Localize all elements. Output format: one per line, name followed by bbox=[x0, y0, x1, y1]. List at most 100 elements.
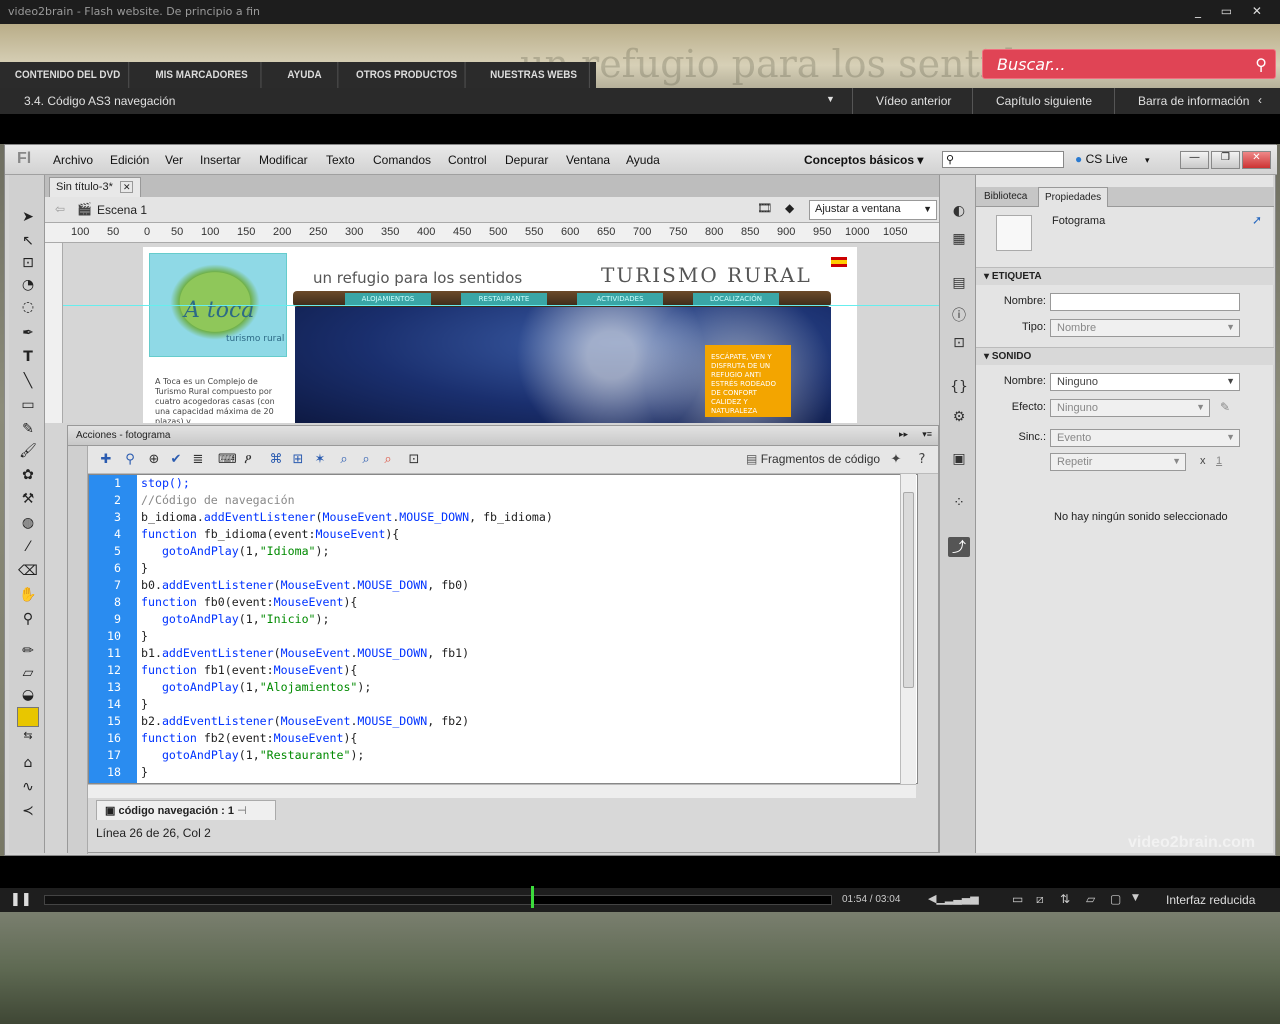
pin-icon[interactable]: ⊣ bbox=[237, 805, 247, 817]
nav-tab-dvd[interactable]: CONTENIDO DEL DVD bbox=[7, 62, 130, 88]
code-vertical-scrollbar[interactable] bbox=[900, 474, 916, 784]
prev-video-button[interactable]: Vídeo anterior bbox=[876, 94, 951, 108]
help-search-input[interactable]: ⚲ bbox=[942, 151, 1064, 168]
project-icon[interactable]: ⁘ bbox=[948, 495, 970, 515]
back-arrow-icon[interactable]: ⇦ bbox=[55, 202, 65, 216]
sort-icon[interactable]: ⇅ bbox=[1060, 892, 1070, 906]
code-snippets-button[interactable]: ▤ Fragmentos de código bbox=[746, 452, 880, 466]
auto-format-icon[interactable]: ≣ bbox=[190, 452, 206, 468]
menu-control[interactable]: Control bbox=[448, 153, 487, 167]
bone-icon[interactable]: ⚒ bbox=[17, 491, 39, 511]
repeat-select[interactable]: Repetir ▼ bbox=[1050, 453, 1186, 471]
code-editor[interactable]: 1 stop(); 2//Código de navegación 3 b_idio… bbox=[88, 474, 918, 784]
find-icon[interactable]: ⚲ bbox=[122, 452, 138, 468]
remove-comment-icon[interactable]: ⌕ bbox=[380, 452, 396, 468]
site-nav-restaurante[interactable]: RESTAURANTE bbox=[461, 293, 547, 305]
panel-menu-icon[interactable]: ▾≡ bbox=[922, 429, 932, 440]
3d-rotation-icon[interactable]: ◔ bbox=[17, 277, 39, 297]
subtitles-icon[interactable]: ▭ bbox=[1012, 892, 1023, 906]
spain-flag-icon[interactable] bbox=[831, 257, 847, 267]
restore-button[interactable]: ❐ bbox=[1211, 151, 1240, 169]
label-type-select[interactable]: Nombre ▼ bbox=[1050, 319, 1240, 337]
menu-insertar[interactable]: Insertar bbox=[200, 153, 241, 167]
swap-colors-icon[interactable]: ⇆ bbox=[17, 729, 39, 749]
check-syntax-icon[interactable]: ✔ bbox=[168, 452, 184, 468]
frame-name-input[interactable] bbox=[1050, 293, 1240, 311]
close-tab-icon[interactable]: ✕ bbox=[119, 181, 134, 193]
fill-color-swatch[interactable] bbox=[17, 707, 39, 727]
snap-icon[interactable]: ⌂ bbox=[17, 755, 39, 775]
brush-icon[interactable]: 🖌 bbox=[17, 443, 39, 463]
components-icon[interactable]: ⚙ bbox=[948, 409, 970, 429]
site-nav-localizacion[interactable]: LOCALIZACIÓN bbox=[693, 293, 779, 305]
site-nav-actividades[interactable]: ACTIVIDADES bbox=[577, 293, 663, 305]
help-icon[interactable]: ➚ bbox=[1252, 213, 1262, 227]
expand-all-icon[interactable]: ✶ bbox=[312, 452, 328, 468]
color-icon[interactable]: ◐ bbox=[948, 203, 970, 223]
section-sound[interactable]: ▾ SONIDO bbox=[976, 347, 1274, 365]
workspace-dropdown[interactable]: Conceptos básicos ▾ bbox=[804, 153, 923, 167]
nav-tab-products[interactable]: OTROS PRODUCTOS bbox=[349, 62, 466, 88]
debug-icon[interactable]: ዖ bbox=[240, 452, 256, 468]
sync-select[interactable]: Evento ▼ bbox=[1050, 429, 1240, 447]
code-hint-icon[interactable]: ⌨ bbox=[218, 452, 237, 468]
repeat-count[interactable]: 1 bbox=[1216, 455, 1222, 467]
nav-tab-webs[interactable]: NUESTRAS WEBS bbox=[478, 62, 590, 88]
menu-ventana[interactable]: Ventana bbox=[566, 153, 610, 167]
nav-tab-help[interactable]: AYUDA bbox=[272, 62, 339, 88]
menu-edicion[interactable]: Edición bbox=[110, 153, 149, 167]
menu-ver[interactable]: Ver bbox=[165, 153, 183, 167]
site-nav-alojamientos[interactable]: ALOJAMIENTOS bbox=[345, 293, 431, 305]
hand-icon[interactable]: ✋ bbox=[17, 587, 39, 607]
rectangle-tool-icon[interactable]: ▭ bbox=[17, 397, 39, 417]
add-icon[interactable]: ✚ bbox=[98, 452, 114, 468]
stroke-color-icon[interactable]: ✏ bbox=[17, 643, 39, 663]
tab-library[interactable]: Biblioteca bbox=[978, 187, 1033, 207]
wand-icon[interactable]: ✦ bbox=[888, 452, 904, 468]
edit-symbol-icon[interactable]: ◆ bbox=[785, 201, 794, 215]
motion-presets-icon[interactable]: ▣ bbox=[948, 451, 970, 471]
smooth-icon[interactable]: ∿ bbox=[17, 779, 39, 799]
zoom-select[interactable]: Ajustar a ventana ▼ bbox=[809, 200, 937, 220]
stage[interactable]: A toca turismo rural un refugio para los… bbox=[63, 243, 939, 423]
line-tool-icon[interactable]: ╲ bbox=[17, 373, 39, 393]
menu-texto[interactable]: Texto bbox=[326, 153, 355, 167]
section-label[interactable]: ▾ ETIQUETA bbox=[976, 267, 1274, 285]
subselection-tool-icon[interactable]: ↖ bbox=[17, 233, 39, 253]
tab-properties[interactable]: Propiedades bbox=[1038, 187, 1109, 207]
swatches-icon[interactable]: ▦ bbox=[948, 231, 970, 251]
menu-archivo[interactable]: Archivo bbox=[53, 153, 93, 167]
chapter-dropdown-icon[interactable]: ▼ bbox=[826, 94, 835, 104]
code-snippets-icon[interactable]: {} bbox=[948, 379, 970, 399]
search-icon[interactable]: ⚲ bbox=[1255, 55, 1267, 74]
info-bar-button[interactable]: Barra de información bbox=[1138, 94, 1249, 108]
menu-comandos[interactable]: Comandos bbox=[373, 153, 431, 167]
paint-bucket-icon[interactable]: ◍ bbox=[17, 515, 39, 535]
info-icon[interactable]: ⓘ bbox=[948, 305, 970, 325]
pencil-icon[interactable]: ✎ bbox=[17, 421, 39, 441]
volume-icon[interactable]: ◀▁▂▃▄▅ bbox=[928, 892, 979, 905]
playhead[interactable] bbox=[531, 886, 535, 908]
lasso-icon[interactable]: ◌ bbox=[17, 299, 39, 319]
toggle-toolbox-icon[interactable]: ⊡ bbox=[406, 452, 422, 468]
straighten-icon[interactable]: ≺ bbox=[17, 803, 39, 823]
reduced-interface-button[interactable]: Interfaz reducida bbox=[1166, 893, 1255, 907]
effect-select[interactable]: Ninguno ▼ bbox=[1050, 399, 1210, 417]
collapse-between-icon[interactable]: ⌘ bbox=[268, 452, 284, 468]
menu-ayuda[interactable]: Ayuda bbox=[626, 153, 660, 167]
folder-icon[interactable]: ▱ bbox=[1086, 892, 1095, 906]
script-tab[interactable]: ▣ código navegación : 1 ⊣ bbox=[96, 800, 276, 820]
close-button[interactable]: ✕ bbox=[1242, 151, 1271, 169]
minimize-button[interactable]: — bbox=[1180, 151, 1209, 169]
eraser-icon[interactable]: ⌫ bbox=[17, 563, 39, 583]
transform-icon[interactable]: ⊡ bbox=[948, 335, 970, 355]
chapter-title[interactable]: 3.4. Código AS3 navegación bbox=[24, 94, 175, 108]
chevron-left-icon[interactable]: ‹ bbox=[1258, 93, 1262, 107]
edit-scene-icon[interactable]: 🎞 bbox=[757, 201, 772, 215]
window-controls[interactable]: _ ▭ ✕ bbox=[1195, 4, 1270, 18]
window-icon[interactable]: ▢ bbox=[1110, 892, 1121, 906]
collapse-selection-icon[interactable]: ⊞ bbox=[290, 452, 306, 468]
edit-pencil-icon[interactable]: ✎ bbox=[1220, 400, 1230, 414]
selection-tool-icon[interactable]: ➤ bbox=[17, 209, 39, 229]
cs-live-button[interactable]: ● CS Live ▾ bbox=[1075, 152, 1150, 166]
